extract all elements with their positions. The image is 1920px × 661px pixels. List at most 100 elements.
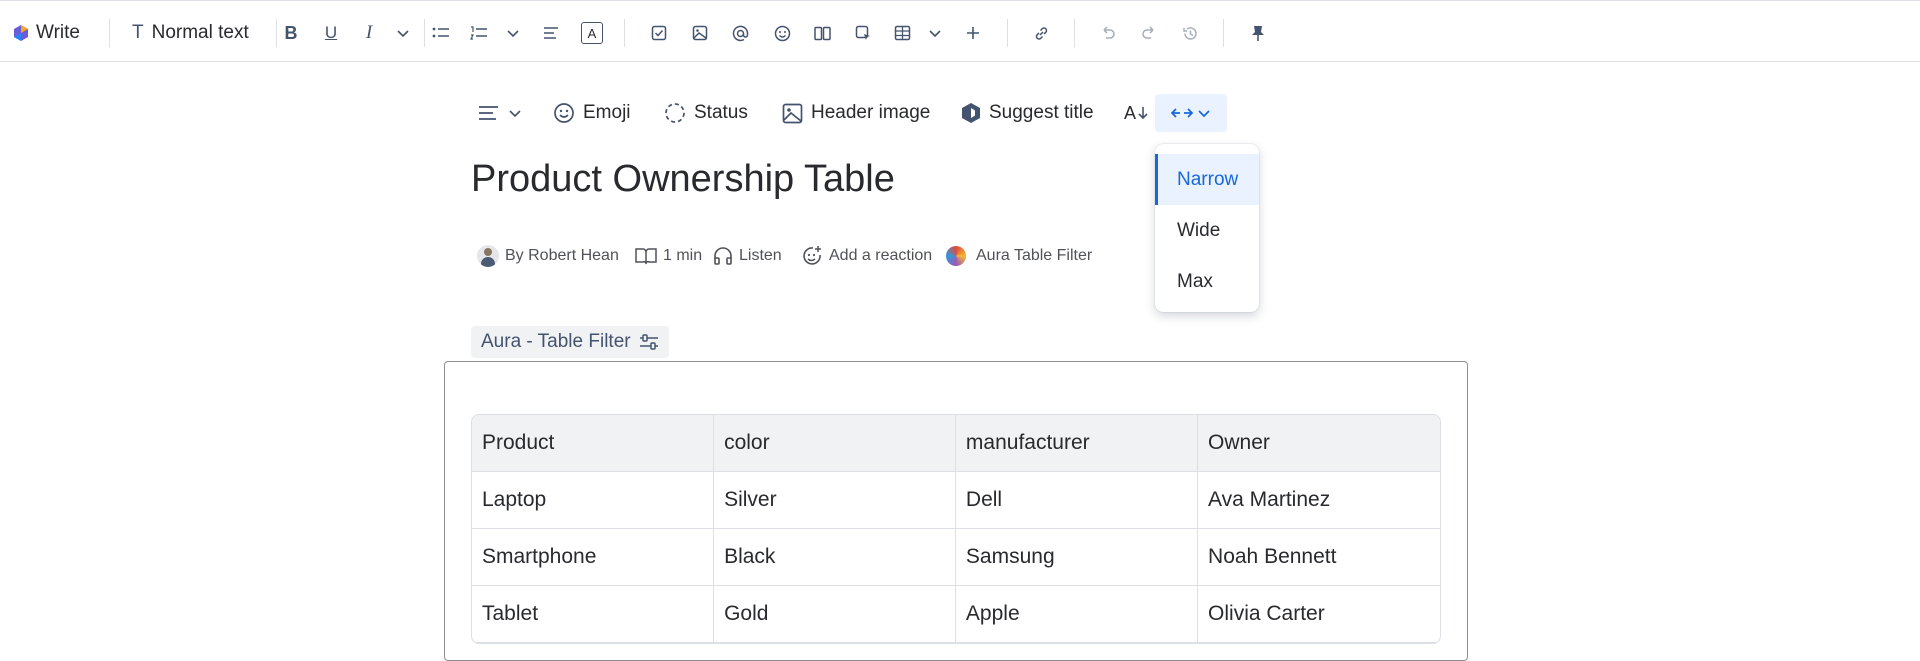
pin-toolbar-button[interactable] [1247, 17, 1269, 49]
image-icon [782, 103, 803, 123]
emoji-button[interactable] [771, 17, 793, 49]
bullet-list-icon [432, 27, 449, 38]
insert-more-button[interactable] [962, 17, 984, 49]
image-button[interactable] [689, 17, 711, 49]
page-width-button[interactable] [1155, 94, 1227, 132]
chevron-down-icon [509, 110, 521, 118]
image-icon [692, 25, 708, 41]
redo-button[interactable] [1138, 17, 1160, 49]
text-color-button[interactable]: A [580, 17, 604, 49]
table-options-button[interactable] [925, 17, 945, 49]
table-cell[interactable]: Black [714, 529, 956, 586]
bullet-list-button[interactable] [430, 17, 452, 49]
listen-label: Listen [739, 247, 782, 264]
bold-button[interactable]: B [280, 17, 302, 49]
bold-icon: B [284, 22, 298, 43]
table-cell[interactable]: Ava Martinez [1198, 472, 1440, 529]
table-cell[interactable]: Noah Bennett [1198, 529, 1440, 586]
app-name: Aura Table Filter [976, 247, 1093, 264]
underline-button[interactable]: U [320, 17, 342, 49]
table-header-row: Product color manufacturer Owner [472, 415, 1440, 472]
underline-icon: U [324, 23, 338, 42]
width-option-wide[interactable]: Wide [1155, 205, 1259, 256]
add-header-image-button[interactable]: Header image [782, 94, 930, 132]
layout-icon [813, 26, 831, 40]
mention-icon [732, 25, 748, 41]
arrow-down-icon [1138, 107, 1148, 120]
add-status-button[interactable]: Status [664, 94, 748, 132]
italic-button[interactable]: I [358, 17, 380, 49]
list-options-button[interactable] [503, 17, 523, 49]
pin-icon [1252, 25, 1264, 41]
status-icon [665, 103, 685, 123]
byline-author[interactable]: By Robert Hean [477, 242, 619, 270]
add-emoji-button[interactable]: Emoji [553, 94, 631, 132]
table-cell[interactable]: Samsung [955, 529, 1199, 586]
chevron-down-icon [929, 30, 941, 38]
alignment-button[interactable] [540, 17, 562, 49]
divider [624, 19, 625, 47]
undo-button[interactable] [1097, 17, 1119, 49]
ai-hexagon-icon [962, 103, 980, 123]
insert-element-button[interactable] [852, 17, 874, 49]
table-cell[interactable]: Laptop [472, 472, 715, 529]
divider [424, 19, 425, 47]
link-button[interactable] [1030, 17, 1052, 49]
redo-icon [1142, 26, 1154, 39]
divider [276, 19, 277, 47]
width-option-max[interactable]: Max [1155, 256, 1259, 307]
page-title[interactable]: Product Ownership Table [471, 158, 895, 201]
divider [109, 19, 110, 47]
text-style-label: Normal text [151, 22, 249, 43]
status-label: Status [694, 102, 748, 123]
version-history-button[interactable] [1179, 17, 1201, 49]
add-reaction-button[interactable]: Add a reaction [801, 242, 932, 270]
plus-icon [967, 27, 979, 39]
numbered-list-button[interactable] [468, 17, 490, 49]
text-style-dropdown[interactable]: T Normal text [132, 17, 249, 49]
table-cell[interactable]: Olivia Carter [1198, 586, 1440, 643]
action-item-button[interactable] [648, 17, 670, 49]
text-color-icon: A [581, 22, 603, 44]
table-cell[interactable]: Gold [714, 586, 956, 643]
write-label: Write [36, 22, 80, 43]
more-formatting-button[interactable] [393, 17, 413, 49]
align-icon [479, 106, 498, 120]
write-mode-button[interactable]: Write [14, 17, 80, 49]
table-cell[interactable]: Dell [955, 472, 1199, 529]
add-reaction-label: Add a reaction [829, 247, 933, 264]
header-product[interactable]: Product [472, 415, 715, 472]
width-option-narrow[interactable]: Narrow [1155, 154, 1259, 205]
table-icon [894, 25, 910, 41]
header-owner[interactable]: Owner [1198, 415, 1440, 472]
header-color[interactable]: color [714, 415, 956, 472]
table-button[interactable] [891, 17, 913, 49]
book-icon [635, 248, 657, 265]
mention-button[interactable] [729, 17, 751, 49]
suggest-title-button[interactable]: Suggest title [961, 94, 1094, 132]
layout-button[interactable] [811, 17, 833, 49]
table-cell[interactable]: Smartphone [472, 529, 715, 586]
text-style-icon: T [132, 22, 144, 43]
action-item-icon [651, 25, 667, 41]
emoji-label: Emoji [583, 102, 631, 123]
aura-table-filter-chip[interactable]: Aura - Table Filter [471, 326, 669, 358]
italic-icon: I [365, 22, 373, 43]
aura-table-filter-app[interactable]: Aura Table Filter [946, 242, 1092, 270]
avatar [477, 245, 499, 267]
undo-icon [1103, 26, 1115, 39]
header-manufacturer[interactable]: manufacturer [955, 415, 1199, 472]
filter-settings-icon [639, 334, 658, 350]
history-icon [1182, 26, 1197, 40]
listen-button[interactable]: Listen [713, 242, 782, 270]
aura-logo-icon [946, 246, 966, 266]
table-cell[interactable]: Apple [955, 586, 1199, 643]
filter-chip-label: Aura - Table Filter [481, 331, 631, 352]
product-table: Product color manufacturer Owner Laptop … [471, 414, 1441, 644]
page-appearance-button[interactable] [478, 94, 522, 132]
byline-read-time: 1 min [635, 242, 702, 270]
table-cell[interactable]: Tablet [472, 586, 715, 643]
table-cell[interactable]: Silver [714, 472, 956, 529]
align-icon [544, 27, 558, 39]
text-size-button[interactable]: A [1124, 94, 1148, 132]
